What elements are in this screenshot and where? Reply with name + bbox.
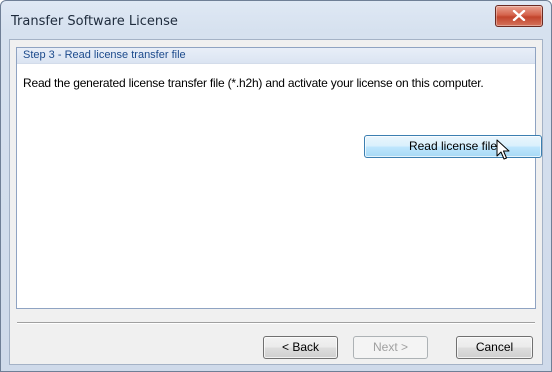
step-description: Read the generated license transfer file…: [23, 76, 484, 90]
step-header: Step 3 - Read license transfer file: [17, 48, 535, 64]
dialog-body: Step 3 - Read license transfer file Read…: [9, 39, 543, 365]
close-button[interactable]: [495, 5, 543, 27]
step-panel: Step 3 - Read license transfer file Read…: [16, 47, 542, 309]
mouse-cursor-icon: [496, 139, 510, 160]
close-icon: [512, 10, 526, 21]
back-button[interactable]: < Back: [263, 336, 338, 359]
read-license-file-button[interactable]: Read license file: [364, 135, 542, 158]
cancel-button[interactable]: Cancel: [456, 336, 533, 359]
next-button[interactable]: Next >: [353, 336, 428, 359]
title-bar[interactable]: Transfer Software License: [1, 1, 551, 39]
transfer-license-dialog: Transfer Software License Step 3 - Read …: [0, 0, 552, 372]
separator: [17, 322, 535, 324]
window-title: Transfer Software License: [11, 14, 178, 29]
